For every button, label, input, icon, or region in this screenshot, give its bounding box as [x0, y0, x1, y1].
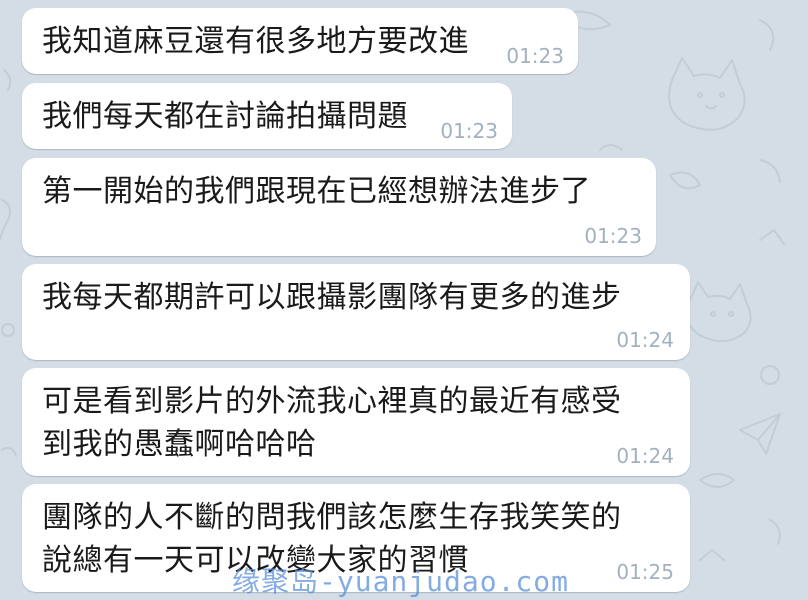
- message-text: 我每天都期許可以跟攝影團隊有更多的進步: [42, 280, 622, 315]
- message-text: 我知道麻豆還有很多地方要改進: [42, 24, 469, 59]
- cat-doodle-icon-2: [686, 281, 752, 343]
- message-timestamp: 01:23: [440, 119, 498, 143]
- paper-plane-doodle-icon: [739, 413, 781, 455]
- message-timestamp: 01:24: [616, 444, 674, 468]
- cat-doodle-icon: [668, 57, 746, 131]
- message-bubble[interactable]: 可是看到影片的外流我心裡真的最近有感受 到我的愚蠢啊哈哈哈 01:24: [22, 368, 690, 476]
- message-timestamp: 01:25: [616, 560, 674, 584]
- message-timestamp: 01:23: [584, 224, 642, 248]
- message-bubble[interactable]: 我知道麻豆還有很多地方要改進 01:23: [22, 8, 578, 74]
- message-timestamp: 01:23: [506, 44, 564, 68]
- message-text: 我們每天都在討論拍攝問題: [42, 99, 408, 134]
- message-text-line: 團隊的人不斷的問我們該怎麼生存我笑笑的: [42, 500, 622, 535]
- message-text: 第一開始的我們跟現在已經想辦法進步了: [42, 174, 591, 209]
- message-text-line: 可是看到影片的外流我心裡真的最近有感受: [42, 384, 622, 419]
- watermark-text: 缘聚岛-yuanjudao.com: [232, 565, 570, 598]
- message-text-line: 到我的愚蠢啊哈哈哈: [42, 427, 317, 462]
- message-bubble[interactable]: 我每天都期許可以跟攝影團隊有更多的進步 01:24: [22, 264, 690, 360]
- message-bubble[interactable]: 我們每天都在討論拍攝問題 01:23: [22, 83, 512, 149]
- message-timestamp: 01:24: [616, 328, 674, 352]
- message-text: 可是看到影片的外流我心裡真的最近有感受 到我的愚蠢啊哈哈哈: [42, 380, 622, 466]
- message-bubble[interactable]: 第一開始的我們跟現在已經想辦法進步了 01:23: [22, 158, 656, 256]
